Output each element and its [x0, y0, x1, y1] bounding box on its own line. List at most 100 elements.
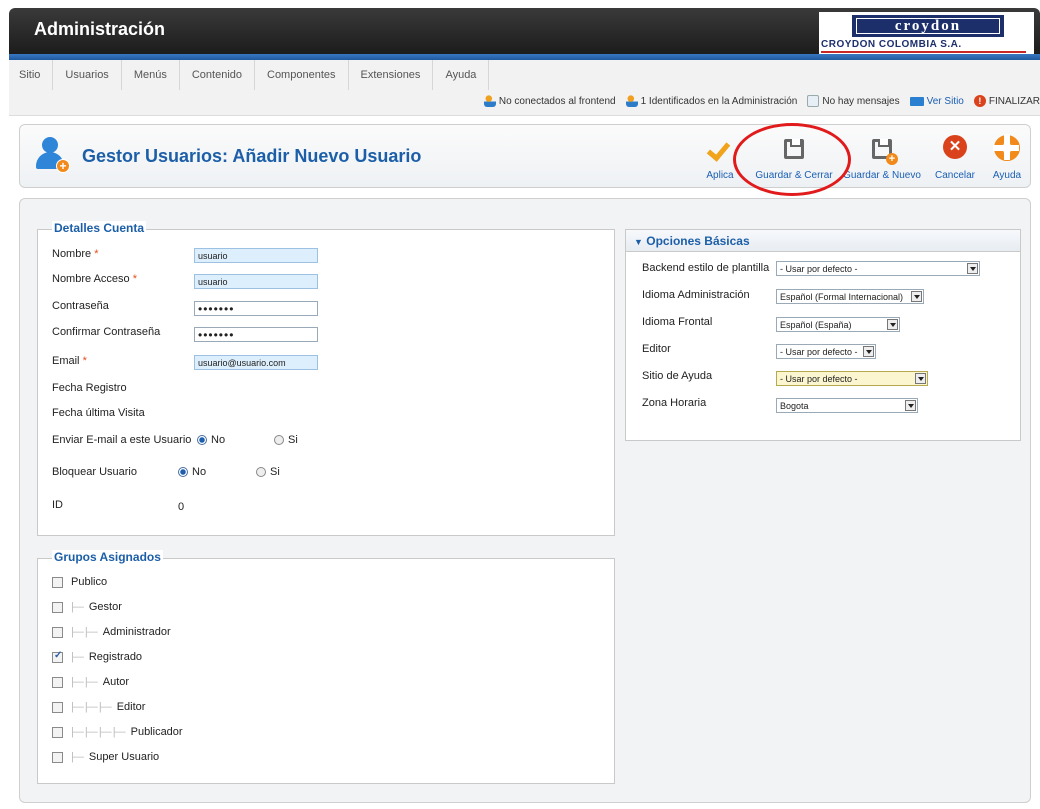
save-new-icon	[872, 139, 898, 165]
radio-icon[interactable]	[274, 435, 284, 445]
editor-select[interactable]: - Usar por defecto -	[776, 344, 876, 359]
send-email-label: Enviar E-mail a este Usuario	[52, 434, 192, 446]
basic-options-header[interactable]: ▼ Opciones Básicas	[626, 230, 1020, 252]
status-frontend: No conectados al frontend	[483, 95, 616, 107]
logout-icon: !	[973, 95, 986, 107]
password-input[interactable]: •••••••	[194, 301, 318, 316]
menu-sitio[interactable]: Sitio	[9, 60, 54, 90]
menu-contenido[interactable]: Contenido	[180, 60, 255, 90]
save-new-button[interactable]: Guardar & Nuevo	[842, 131, 922, 183]
group-item[interactable]: |— Gestor	[52, 601, 122, 613]
logo-box: croydon	[852, 15, 1004, 37]
status-frontend-text: No conectados al frontend	[498, 95, 616, 107]
tree-indent: |—	[71, 651, 84, 663]
id-value: 0	[178, 501, 185, 513]
page-title: Gestor Usuarios: Añadir Nuevo Usuario	[82, 146, 422, 166]
menu-usuarios[interactable]: Usuarios	[53, 60, 122, 90]
radio-icon[interactable]	[256, 467, 266, 477]
users-icon	[625, 95, 638, 107]
group-label: Editor	[116, 701, 146, 713]
logo-word: croydon	[856, 18, 1000, 34]
dropdown-arrow-icon[interactable]	[967, 263, 978, 274]
account-details-legend: Detalles Cuenta	[52, 221, 147, 235]
dropdown-arrow-icon[interactable]	[915, 373, 926, 384]
basic-options-title[interactable]: ▼ Opciones Básicas	[634, 234, 750, 248]
timezone-label: Zona Horaria	[642, 397, 707, 409]
admin-language-label: Idioma Administración	[642, 289, 750, 301]
register-date-label: Fecha Registro	[52, 382, 127, 394]
block-user-no[interactable]: No	[178, 466, 206, 478]
group-checkbox[interactable]	[52, 676, 63, 688]
groups-fieldset: Grupos Asignados Publico |— Gestor |— |— Adm…	[37, 550, 615, 784]
email-input[interactable]: usuario@usuario.com	[194, 355, 318, 370]
admin-language-select[interactable]: Español (Formal Internacional)	[776, 289, 924, 304]
help-button[interactable]: Ayuda	[988, 131, 1026, 183]
send-email-si[interactable]: Si	[274, 434, 298, 446]
menu-bar: Sitio Usuarios Menús Contenido Component…	[9, 60, 1040, 116]
group-item[interactable]: Publico	[52, 576, 107, 588]
group-item[interactable]: |— |— Autor	[52, 676, 129, 688]
view-site-link[interactable]: Ver Sitio	[909, 96, 964, 107]
menu-componentes[interactable]: Componentes	[255, 60, 349, 90]
account-details-fieldset: Detalles Cuenta Nombre * usuario Nombre …	[37, 221, 615, 536]
group-label: Registrado	[88, 651, 143, 663]
apply-label: Aplica	[706, 170, 734, 181]
group-checkbox[interactable]	[52, 576, 63, 588]
highlight-circle	[733, 123, 851, 196]
confirm-password-label: Confirmar Contraseña	[52, 326, 161, 338]
status-admin-text: 1 Identificados en la Administración	[640, 95, 798, 107]
group-checkbox[interactable]	[52, 751, 63, 763]
group-checkbox[interactable]	[52, 601, 63, 613]
send-email-no[interactable]: No	[197, 434, 225, 446]
frontend-language-select[interactable]: Español (España)	[776, 317, 900, 332]
group-item[interactable]: |— Super Usuario	[52, 751, 159, 763]
radio-selected-icon[interactable]	[178, 467, 188, 477]
group-item[interactable]: |— |— |— Editor	[52, 701, 145, 713]
dropdown-arrow-icon[interactable]	[887, 319, 898, 330]
menu-ayuda[interactable]: Ayuda	[433, 60, 490, 90]
last-visit-label: Fecha última Visita	[52, 407, 145, 419]
dropdown-arrow-icon[interactable]	[905, 400, 916, 411]
groups-legend: Grupos Asignados	[52, 550, 163, 564]
help-site-select[interactable]: - Usar por defecto -	[776, 371, 928, 386]
main-panel: Detalles Cuenta Nombre * usuario Nombre …	[19, 198, 1031, 803]
radio-selected-icon[interactable]	[197, 435, 207, 445]
group-checkbox[interactable]	[52, 626, 63, 638]
group-checkbox[interactable]	[52, 726, 63, 738]
backend-template-select[interactable]: - Usar por defecto -	[776, 261, 980, 276]
name-label: Nombre *	[52, 248, 99, 260]
basic-options-panel: ▼ Opciones Básicas Backend estilo de pla…	[625, 229, 1021, 441]
logout-link[interactable]: ! FINALIZAR	[973, 95, 1040, 107]
logout-text[interactable]: FINALIZAR	[989, 96, 1040, 107]
lifebuoy-icon	[993, 134, 1020, 161]
tree-indent: |— |—	[71, 676, 98, 688]
username-input[interactable]: usuario	[194, 274, 318, 289]
logo-underline	[821, 51, 1026, 53]
group-checkbox[interactable]	[52, 701, 63, 713]
logo-subtitle: CROYDON COLOMBIA S.A.	[821, 39, 962, 50]
block-user-label: Bloquear Usuario	[52, 466, 137, 478]
timezone-select[interactable]: Bogota	[776, 398, 918, 413]
group-label: Administrador	[102, 626, 171, 638]
dropdown-arrow-icon[interactable]	[863, 346, 874, 357]
dropdown-arrow-icon[interactable]	[911, 291, 922, 302]
tree-indent: |—	[71, 601, 84, 613]
password-label: Contraseña	[52, 300, 109, 312]
group-label: Autor	[102, 676, 130, 688]
cancel-button[interactable]: ✕ Cancelar	[930, 131, 980, 183]
name-input[interactable]: usuario	[194, 248, 318, 263]
group-item[interactable]: |— Registrado	[52, 650, 143, 663]
menu-menus[interactable]: Menús	[122, 60, 180, 90]
group-checkbox[interactable]	[52, 650, 63, 663]
group-item[interactable]: |— |— Administrador	[52, 626, 171, 638]
menu-extensiones[interactable]: Extensiones	[349, 60, 434, 90]
save-new-label: Guardar & Nuevo	[843, 170, 921, 181]
group-item[interactable]: |— |— |— |— Publicador	[52, 726, 183, 738]
confirm-password-input[interactable]: •••••••	[194, 327, 318, 342]
group-label: Gestor	[88, 601, 122, 613]
monitor-icon	[909, 96, 924, 106]
toolbar-panel: + Gestor Usuarios: Añadir Nuevo Usuario …	[19, 124, 1031, 188]
view-site-text[interactable]: Ver Sitio	[927, 96, 964, 107]
block-user-si[interactable]: Si	[256, 466, 280, 478]
backend-template-label: Backend estilo de plantilla	[642, 262, 770, 274]
